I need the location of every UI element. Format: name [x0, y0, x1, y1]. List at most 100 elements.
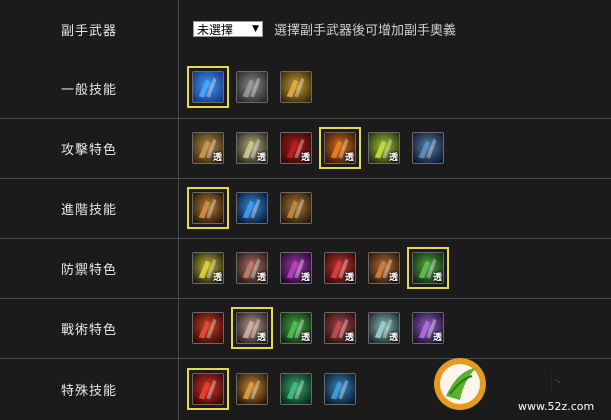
skill-slot[interactable]: 透: [319, 126, 363, 171]
passive-tag: 透: [344, 272, 354, 283]
red-shadow-icon[interactable]: 透: [280, 131, 312, 164]
weapon-row: 副手武器 未選擇 ▼ 選擇副手武器後可增加副手奧義: [0, 0, 611, 58]
dropdown-arrow-icon: ▼: [252, 24, 259, 34]
red-fire-figure-icon[interactable]: [192, 372, 224, 405]
passive-tag: 透: [256, 272, 266, 283]
claw-gold-icon[interactable]: [192, 191, 224, 224]
skill-slot[interactable]: 透: [275, 247, 319, 291]
passive-tag: 透: [344, 332, 354, 343]
passive-tag: 透: [344, 152, 354, 163]
gold-slash-icon[interactable]: [280, 71, 312, 103]
blue-slash-icon[interactable]: [192, 71, 224, 103]
skill-slot[interactable]: [187, 66, 231, 110]
red-reach-icon[interactable]: [192, 311, 224, 344]
skill-icon-list: [187, 367, 363, 412]
passive-tag: 透: [388, 272, 398, 283]
aura-figure-icon[interactable]: 透: [368, 311, 400, 344]
passive-tag: 透: [300, 272, 310, 283]
skill-table: 副手武器 未選擇 ▼ 選擇副手武器後可增加副手奧義 一般技能 攻擊特色透透透透透進…: [0, 0, 611, 420]
skill-row: 攻擊特色透 透 透 透 透: [0, 118, 611, 178]
green-rune-icon[interactable]: [280, 372, 312, 405]
red-runner-icon[interactable]: 透: [324, 311, 356, 344]
row-label: 防禦特色: [60, 263, 117, 278]
row-label: 副手武器: [60, 23, 117, 39]
grey-whirl-icon[interactable]: [236, 71, 268, 103]
shield-figure-icon[interactable]: 透: [236, 251, 268, 284]
skill-icon-list: [187, 66, 319, 110]
skill-slot[interactable]: [407, 127, 451, 171]
skill-slot[interactable]: [187, 307, 231, 351]
skill-slot[interactable]: [275, 368, 319, 412]
skill-slot[interactable]: 透: [407, 246, 451, 291]
purple-spark-icon[interactable]: 透: [412, 311, 444, 344]
blue-vortex-icon[interactable]: [324, 372, 356, 405]
skill-icon-list: 透透透透透透: [187, 246, 451, 291]
skill-slot[interactable]: [319, 368, 363, 412]
weapon-hint-text: 選擇副手武器後可增加副手奧義: [274, 23, 457, 39]
icons-cell: [179, 179, 611, 238]
armor-fist-icon[interactable]: 透: [368, 251, 400, 284]
skill-icon-list: 透透透透透: [187, 306, 451, 351]
skill-slot[interactable]: 透: [231, 306, 275, 351]
purple-run-icon[interactable]: 透: [280, 251, 312, 284]
weapon-cell: 未選擇 ▼ 選擇副手武器後可增加副手奧義: [179, 0, 611, 58]
skill-row: 一般技能: [0, 58, 611, 118]
icons-cell: 透透透透透透: [179, 239, 611, 298]
passive-tag: 透: [432, 272, 442, 283]
skill-slot[interactable]: [187, 367, 231, 412]
red-warrior-icon[interactable]: 透: [324, 251, 356, 284]
blue-claw-icon[interactable]: [236, 191, 268, 224]
skill-slot[interactable]: [275, 66, 319, 110]
passive-tag: 透: [388, 332, 398, 343]
row-label: 特殊技能: [60, 384, 117, 399]
green-coil-icon[interactable]: 透: [412, 251, 444, 284]
offhand-weapon-select[interactable]: 未選擇 ▼: [193, 21, 263, 37]
skill-slot[interactable]: 透: [275, 127, 319, 171]
alien-head-icon[interactable]: 透: [236, 131, 268, 164]
watermark-brand: 飞翔下载: [492, 368, 588, 396]
watermark-logo: 飞翔下载 www.52z.com: [434, 358, 594, 413]
skill-slot[interactable]: [231, 187, 275, 231]
skill-slot[interactable]: 透: [187, 127, 231, 171]
skill-slot[interactable]: 透: [231, 127, 275, 171]
skill-slot[interactable]: [231, 66, 275, 110]
green-burst-icon[interactable]: 透: [368, 131, 400, 164]
skill-slot[interactable]: 透: [275, 307, 319, 351]
skill-slot[interactable]: [187, 186, 231, 231]
skill-icon-list: [187, 186, 319, 231]
row-label: 一般技能: [60, 82, 117, 98]
skill-slot[interactable]: 透: [363, 247, 407, 291]
passive-tag: 透: [212, 152, 222, 163]
flex-arm-icon[interactable]: 透: [192, 131, 224, 164]
icons-cell: [179, 58, 611, 118]
skill-row: 防禦特色透 透 透 透 透 透: [0, 238, 611, 298]
green-sprint-icon[interactable]: 透: [280, 311, 312, 344]
watermark-url: www.52z.com: [518, 400, 594, 413]
skill-slot[interactable]: 透: [319, 307, 363, 351]
golden-eye-icon[interactable]: [236, 372, 268, 405]
skill-slot[interactable]: 透: [363, 127, 407, 171]
fire-strike-icon[interactable]: 透: [324, 131, 356, 164]
row-label: 攻擊特色: [60, 143, 117, 158]
passive-tag: 透: [432, 332, 442, 343]
row-label: 戰術特色: [60, 323, 117, 338]
skill-slot[interactable]: 透: [231, 247, 275, 291]
skill-slot[interactable]: 透: [319, 247, 363, 291]
passive-tag: 透: [256, 332, 266, 343]
skill-row: 戰術特色透 透 透 透 透: [0, 298, 611, 358]
skill-row: 進階技能: [0, 178, 611, 238]
skill-slot[interactable]: 透: [363, 307, 407, 351]
skill-slot[interactable]: [231, 368, 275, 412]
skill-icon-list: 透透透透透: [187, 126, 451, 171]
passive-tag: 透: [300, 152, 310, 163]
skill-slot[interactable]: 透: [407, 307, 451, 351]
passive-tag: 透: [300, 332, 310, 343]
amber-claw-icon[interactable]: [280, 191, 312, 224]
glow-figure-icon[interactable]: 透: [192, 251, 224, 284]
passive-tag: 透: [256, 152, 266, 163]
skill-slot[interactable]: 透: [187, 247, 231, 291]
passive-tag: 透: [388, 152, 398, 163]
dash-figure-icon[interactable]: 透: [236, 311, 268, 344]
skill-slot[interactable]: [275, 187, 319, 231]
blue-face-icon[interactable]: [412, 131, 444, 164]
